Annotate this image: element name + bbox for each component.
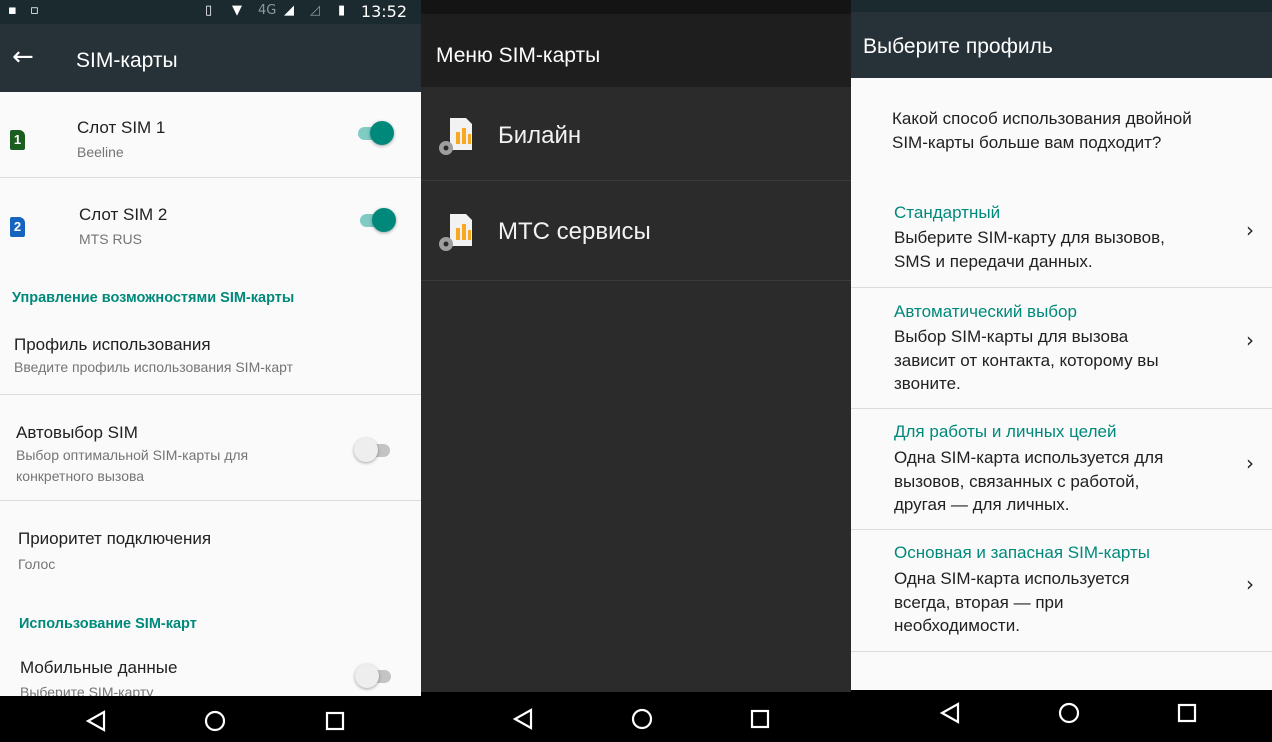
signal-icon: ◢ [284,3,294,18]
nav-recents-icon[interactable] [1172,698,1202,728]
option-desc-line: Одна SIM-карта используется [894,569,1130,588]
sim-settings-icon [439,214,472,251]
status-clock: 13:52 [360,2,407,21]
divider [851,651,1272,652]
option-title: Стандартный [894,203,1001,222]
sim-1-icon: 1 [10,130,25,150]
vibrate-icon: ▯ [205,3,213,18]
sim-cards-screen: ▪ ▫ ▯ ▼ 4G ◢ ◿ ▮ 13:52 ← SIM-карты 1 Сло… [0,0,421,742]
nav-home-icon[interactable] [200,706,230,736]
arrow-left-icon[interactable]: ← [12,42,34,72]
menu-item-beeline[interactable]: Билайн [421,88,851,184]
chevron-right-icon: › [1246,218,1254,242]
mobile-data-toggle[interactable] [355,663,393,689]
option-desc-line: необходимости. [894,616,1020,635]
nav-home-icon[interactable] [627,704,657,734]
option-desc-line: Выберите SIM-карту для вызовов, [894,228,1165,247]
profile-option-auto[interactable]: Автоматический выбор Выбор SIM-карты для… [851,288,1272,408]
auto-select-sim-title: Автовыбор SIM [16,423,138,442]
app-bar: Меню SIM-карты [421,0,851,87]
navigation-bar [851,690,1272,742]
status-bar [851,0,1272,12]
page-title: Меню SIM-карты [436,44,601,67]
chevron-right-icon: › [1246,328,1254,352]
usage-profile-title: Профиль использования [14,335,211,354]
sim-slot-2-row[interactable]: 2 Слот SIM 2 MTS RUS [0,178,421,266]
option-description: Одна SIM-карта используется для вызовов,… [894,446,1224,517]
question-line: SIM-карты больше вам подходит? [892,133,1162,152]
section-header-manage: Управление возможностями SIM-карты [12,290,295,306]
connection-priority-title: Приоритет подключения [18,529,212,548]
profile-option-main-backup[interactable]: Основная и запасная SIM-карты Одна SIM-к… [851,530,1272,650]
option-desc-line: вызовов, связанных с работой, [894,471,1140,491]
page-title: SIM-карты [76,49,178,72]
menu-item-mts[interactable]: МТС сервисы [421,182,851,278]
nav-home-icon[interactable] [1054,698,1084,728]
sim-slot-1-row[interactable]: 1 Слот SIM 1 Beeline [0,92,421,178]
question-line: Какой способ использования двойной [892,109,1192,128]
sim-slot-1-title: Слот SIM 1 [77,118,166,137]
nav-back-icon[interactable] [509,704,539,734]
option-title: Для работы и личных целей [894,422,1117,441]
auto-select-sim-subtitle-1: Выбор оптимальной SIM-карты для [16,447,249,463]
option-title: Основная и запасная SIM-карты [894,543,1151,562]
option-description: Одна SIM-карта используется всегда, втор… [894,567,1224,638]
option-description: Выбор SIM-карты для вызова зависит от ко… [894,325,1224,396]
chevron-right-icon: › [1246,572,1254,596]
auto-select-sim-row[interactable]: Автовыбор SIM Выбор оптимальной SIM-карт… [0,395,421,500]
divider [421,280,851,281]
sim-menu-screen: Меню SIM-карты Билайн МТС сервисы [421,0,851,742]
option-desc-line: SMS и передачи данных. [894,251,1093,271]
app-bar: ← SIM-карты [0,24,421,92]
navigation-bar [421,692,851,742]
divider [421,180,851,181]
nav-recents-icon[interactable] [745,704,775,734]
auto-select-sim-subtitle-2: конкретного вызова [16,468,145,484]
sim-2-icon: 2 [10,217,25,237]
section-header-usage: Использование SIM-карт [19,616,197,632]
choose-profile-screen: Выберите профиль Какой способ использова… [851,0,1272,742]
sim-slot-2-toggle[interactable] [358,207,396,233]
sim-slot-1-operator: Beeline [77,144,124,160]
usage-profile-row[interactable]: Профиль использования Введите профиль ис… [0,322,421,394]
status-bar: ▪ ▫ ▯ ▼ 4G ◢ ◿ ▮ 13:52 [0,0,421,24]
connection-priority-row[interactable]: Приоритет подключения Голос [0,501,421,591]
usage-profile-subtitle: Введите профиль использования SIM-карт [14,359,294,375]
sim-slot-1-toggle[interactable] [356,120,394,146]
menu-item-label: МТС сервисы [498,218,651,245]
network-type-icon: 4G [258,3,277,18]
profile-question: Какой способ использования двойной SIM-к… [892,107,1262,155]
mobile-data-title: Мобильные данные [20,658,178,677]
option-desc-line: Выбор SIM-карты для вызова [894,327,1129,346]
image-notification-icon: ▫ [30,3,39,18]
wifi-icon: ▼ [232,3,242,18]
option-desc-line: звоните. [894,374,961,393]
nav-back-icon[interactable] [82,706,112,736]
page-title: Выберите профиль [863,35,1053,58]
sim-slot-2-operator: MTS RUS [79,231,142,247]
status-bar [421,0,851,14]
nav-recents-icon[interactable] [320,706,350,736]
signal-2-icon: ◿ [310,3,320,18]
mobile-data-row[interactable]: Мобильные данные Выберите SIM-карту [0,645,421,700]
option-title: Автоматический выбор [894,302,1077,321]
option-desc-line: Одна SIM-карта используется для [894,448,1164,467]
profile-option-work-personal[interactable]: Для работы и личных целей Одна SIM-карта… [851,409,1272,529]
sim-settings-icon [439,118,472,155]
app-bar: Выберите профиль [851,0,1272,78]
sim-slot-2-title: Слот SIM 2 [79,205,168,224]
notification-icon: ▪ [8,3,17,18]
option-description: Выберите SIM-карту для вызовов, SMS и пе… [894,226,1224,273]
nav-back-icon[interactable] [936,698,966,728]
option-desc-line: другая — для личных. [894,495,1070,514]
option-desc-line: всегда, вторая — при [894,592,1064,612]
profile-option-standard[interactable]: Стандартный Выберите SIM-карту для вызов… [851,190,1272,286]
connection-priority-value: Голос [18,556,56,572]
chevron-right-icon: › [1246,451,1254,475]
battery-icon: ▮ [338,3,346,18]
option-desc-line: зависит от контакта, которому вы [894,350,1159,370]
menu-item-label: Билайн [498,122,582,149]
auto-select-sim-toggle[interactable] [354,437,392,463]
navigation-bar [0,696,421,742]
